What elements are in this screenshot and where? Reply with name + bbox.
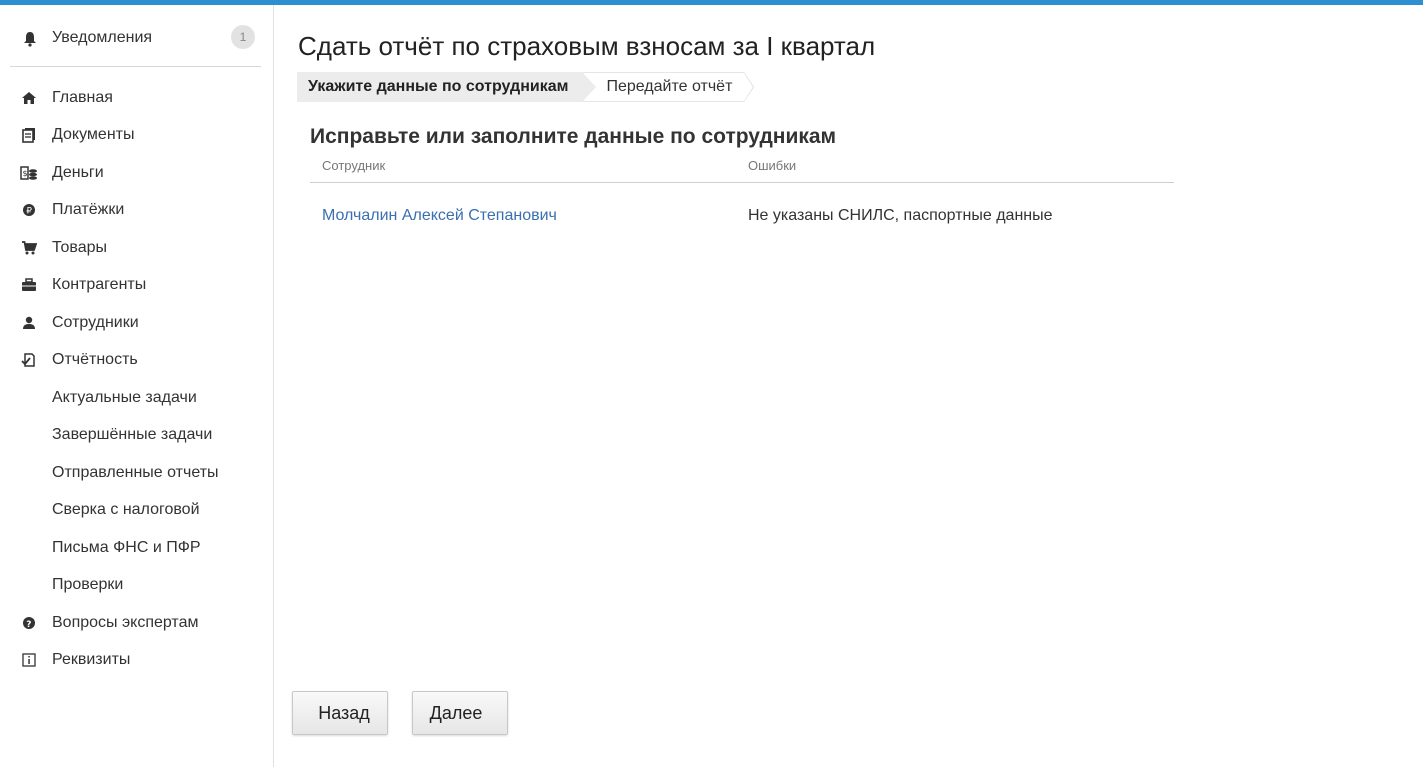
documents-icon xyxy=(20,126,38,144)
sidebar-nav: Главная Документы $ Деньги ₽ Платёжки То… xyxy=(0,79,273,679)
svg-text:?: ? xyxy=(26,620,31,630)
sidebar-item-label: Реквизиты xyxy=(52,651,131,669)
briefcase-icon xyxy=(20,276,38,294)
svg-text:₽: ₽ xyxy=(26,207,32,217)
sidebar-item-expert-questions[interactable]: ? Вопросы экспертам xyxy=(0,604,273,642)
column-header-employee: Сотрудник xyxy=(322,158,386,173)
employee-link[interactable]: Молчалин Алексей Степанович xyxy=(310,207,736,225)
info-icon xyxy=(20,651,38,669)
column-header-errors: Ошибки xyxy=(748,158,797,173)
table-row: Молчалин Алексей Степанович Не указаны С… xyxy=(310,183,1174,249)
sidebar-item-label: Товары xyxy=(52,238,108,256)
sidebar-item-money[interactable]: $ Деньги xyxy=(0,154,273,192)
sidebar-subitem-sent-reports[interactable]: Отправленные отчеты xyxy=(0,454,273,492)
back-button[interactable]: Назад xyxy=(292,691,388,735)
notifications-count-badge: 1 xyxy=(231,25,255,49)
sidebar-item-payments[interactable]: ₽ Платёжки xyxy=(0,192,273,230)
bell-icon xyxy=(20,29,40,49)
user-icon xyxy=(20,314,38,332)
step-label: Укажите данные по сотрудникам xyxy=(308,78,569,95)
page-title: Сдать отчёт по страховым взносам за I кв… xyxy=(298,31,876,61)
sidebar: Уведомления 1 Главная Документы $ Деньги… xyxy=(0,5,274,767)
sidebar-item-contractors[interactable]: Контрагенты xyxy=(0,267,273,305)
sidebar-item-home[interactable]: Главная xyxy=(0,79,273,117)
sidebar-item-label: Контрагенты xyxy=(52,276,147,294)
table-header: Сотрудник Ошибки xyxy=(310,155,1174,183)
step-arrow xyxy=(582,72,597,102)
sidebar-item-goods[interactable]: Товары xyxy=(0,229,273,267)
sidebar-item-requisites[interactable]: Реквизиты xyxy=(0,642,273,680)
sidebar-item-label: Сотрудники xyxy=(52,313,139,331)
wizard-steps: Укажите данные по сотрудникам Передайте … xyxy=(297,72,755,102)
sidebar-subitem-fns-pfr-letters[interactable]: Письма ФНС и ПФР xyxy=(0,529,273,567)
home-icon xyxy=(20,89,38,107)
next-button[interactable]: Далее xyxy=(412,691,508,735)
reports-icon xyxy=(20,351,38,369)
money-icon: $ xyxy=(20,164,38,182)
step-label: Передайте отчёт xyxy=(606,78,733,95)
step-send-report[interactable]: Передайте отчёт xyxy=(582,72,755,102)
svg-text:$: $ xyxy=(23,169,28,178)
step-employee-data[interactable]: Укажите данные по сотрудникам xyxy=(297,72,597,102)
payments-icon: ₽ xyxy=(20,201,38,219)
back-button-label: Назад xyxy=(318,702,370,723)
sidebar-item-label: Отчётность xyxy=(52,351,138,369)
sidebar-subitem-inspections[interactable]: Проверки xyxy=(0,567,273,605)
sidebar-item-label: Деньги xyxy=(52,163,104,181)
next-button-label: Далее xyxy=(429,702,483,723)
notifications-label: Уведомления xyxy=(52,29,153,46)
sidebar-item-label: Документы xyxy=(52,126,135,144)
step-arrow-fill xyxy=(744,73,754,101)
sidebar-item-label: Главная xyxy=(52,88,113,106)
cart-icon xyxy=(20,239,38,257)
sidebar-item-label: Вопросы экспертам xyxy=(52,613,199,631)
section-title: Исправьте или заполните данные по сотруд… xyxy=(310,125,837,148)
notifications-item[interactable]: Уведомления 1 xyxy=(10,23,261,67)
sidebar-item-reports[interactable]: Отчётность xyxy=(0,342,273,380)
employee-errors: Не указаны СНИЛС, паспортные данные xyxy=(748,207,1053,224)
main-content: Сдать отчёт по страховым взносам за I кв… xyxy=(274,5,1423,767)
sidebar-subitem-completed-tasks[interactable]: Завершённые задачи xyxy=(0,417,273,455)
sidebar-item-employees[interactable]: Сотрудники xyxy=(0,304,273,342)
question-icon: ? xyxy=(20,614,38,632)
sidebar-subitem-tax-reconciliation[interactable]: Сверка с налоговой xyxy=(0,492,273,530)
sidebar-item-documents[interactable]: Документы xyxy=(0,117,273,155)
sidebar-subitem-current-tasks[interactable]: Актуальные задачи xyxy=(0,379,273,417)
sidebar-item-label: Платёжки xyxy=(52,201,125,219)
employees-errors-table: Сотрудник Ошибки Молчалин Алексей Степан… xyxy=(310,155,1174,249)
